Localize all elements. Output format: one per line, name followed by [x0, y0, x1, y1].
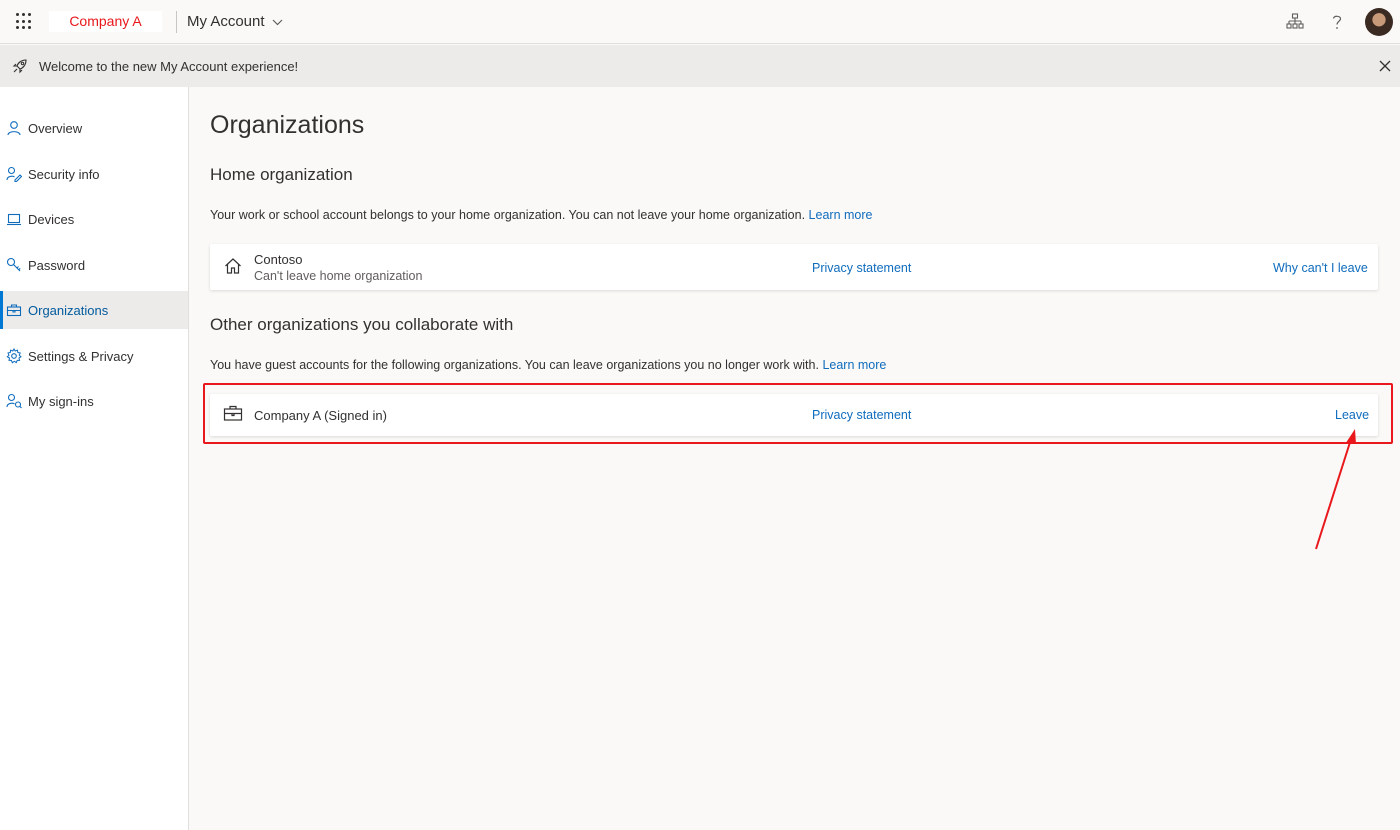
- waffle-icon[interactable]: [16, 13, 34, 31]
- home-learn-more-link[interactable]: Learn more: [809, 208, 873, 222]
- app-title-menu[interactable]: My Account: [187, 13, 283, 30]
- org-name: Company A (Signed in): [254, 408, 387, 423]
- briefcase-icon: [6, 304, 22, 317]
- main-content: Organizations Home organization Your wor…: [189, 87, 1400, 830]
- home-org-description: Your work or school account belongs to y…: [210, 208, 872, 222]
- app-title: My Account: [187, 13, 265, 30]
- help-icon[interactable]: [1327, 12, 1347, 32]
- privacy-statement-link[interactable]: Privacy statement: [812, 261, 911, 275]
- gear-icon: [6, 348, 22, 364]
- chevron-down-icon: [272, 19, 283, 25]
- guest-org-card: Company A (Signed in) Privacy statement …: [210, 394, 1378, 436]
- welcome-banner: Welcome to the new My Account experience…: [0, 45, 1400, 87]
- why-cant-i-leave-link[interactable]: Why can't I leave: [1273, 261, 1368, 275]
- leave-organization-link[interactable]: Leave: [1335, 408, 1369, 422]
- sidebar-item-overview[interactable]: Overview: [0, 109, 188, 147]
- key-icon: [6, 257, 21, 272]
- sidebar-item-label: Password: [28, 258, 86, 273]
- close-icon[interactable]: [1379, 60, 1391, 72]
- sidebar: Overview Security info Devices Password …: [0, 87, 189, 830]
- security-info-icon: [6, 166, 22, 182]
- banner-text: Welcome to the new My Account experience…: [39, 59, 299, 74]
- sidebar-item-settings-privacy[interactable]: Settings & Privacy: [0, 337, 188, 375]
- sidebar-item-label: Devices: [28, 212, 75, 227]
- page-title: Organizations: [210, 111, 365, 139]
- org-subtitle: Can't leave home organization: [254, 269, 423, 283]
- home-icon: [225, 258, 241, 274]
- person-icon: [7, 121, 21, 136]
- sidebar-item-label: Overview: [28, 121, 83, 136]
- top-bar: Company A My Account: [0, 0, 1400, 44]
- briefcase-icon: [223, 405, 243, 421]
- home-org-heading: Home organization: [210, 165, 353, 184]
- sidebar-item-my-sign-ins[interactable]: My sign-ins: [0, 382, 188, 420]
- header-divider: [176, 11, 177, 33]
- sidebar-item-password[interactable]: Password: [0, 246, 188, 284]
- home-org-description-text: Your work or school account belongs to y…: [210, 208, 806, 222]
- org-chart-icon[interactable]: [1285, 12, 1305, 32]
- brand-logo[interactable]: Company A: [49, 11, 162, 32]
- privacy-statement-link[interactable]: Privacy statement: [812, 408, 911, 422]
- sidebar-item-label: Settings & Privacy: [28, 349, 134, 364]
- other-learn-more-link[interactable]: Learn more: [822, 358, 886, 372]
- rocket-icon: [12, 59, 27, 74]
- other-orgs-description: You have guest accounts for the followin…: [210, 358, 886, 372]
- home-org-card: Contoso Can't leave home organization Pr…: [210, 244, 1378, 290]
- sidebar-item-organizations[interactable]: Organizations: [0, 291, 188, 329]
- sidebar-item-label: Security info: [28, 167, 100, 182]
- laptop-icon: [7, 213, 21, 226]
- other-orgs-description-text: You have guest accounts for the followin…: [210, 358, 819, 372]
- sidebar-item-label: My sign-ins: [28, 394, 94, 409]
- avatar[interactable]: [1365, 8, 1393, 36]
- other-orgs-heading: Other organizations you collaborate with: [210, 315, 514, 334]
- sign-ins-icon: [6, 393, 22, 409]
- sidebar-item-label: Organizations: [28, 303, 109, 318]
- sidebar-item-security-info[interactable]: Security info: [0, 155, 188, 193]
- sidebar-item-devices[interactable]: Devices: [0, 200, 188, 238]
- org-name: Contoso: [254, 252, 303, 267]
